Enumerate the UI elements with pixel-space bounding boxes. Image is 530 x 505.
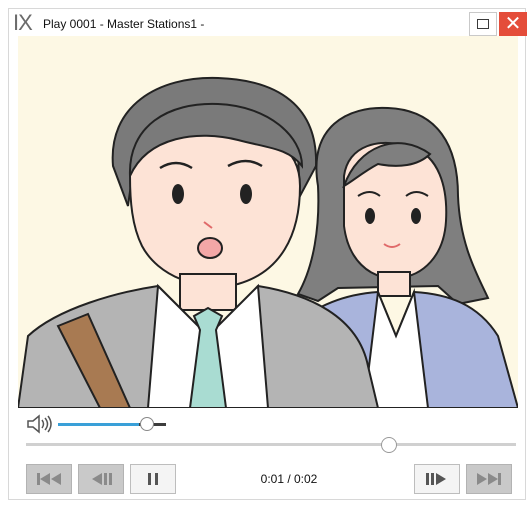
seek-control bbox=[26, 436, 516, 454]
close-icon: ✕ bbox=[504, 13, 522, 35]
step-back-button[interactable] bbox=[78, 464, 124, 494]
window-title: Play 0001 - Master Stations1 - bbox=[43, 17, 205, 31]
app-logo-icon: IX bbox=[13, 10, 33, 35]
skip-to-start-button[interactable] bbox=[26, 464, 72, 494]
volume-control bbox=[26, 414, 226, 434]
volume-slider[interactable] bbox=[58, 417, 166, 431]
skip-to-start-icon bbox=[37, 473, 61, 485]
skip-to-end-button[interactable] bbox=[466, 464, 512, 494]
video-frame bbox=[18, 36, 518, 408]
time-display: 0:01 / 0:02 bbox=[260, 472, 318, 486]
step-back-icon bbox=[92, 473, 112, 485]
seek-knob[interactable] bbox=[380, 437, 397, 453]
pause-icon bbox=[148, 473, 158, 485]
volume-fill bbox=[58, 423, 140, 426]
pause-button[interactable] bbox=[130, 464, 176, 494]
video-display bbox=[18, 36, 518, 408]
maximize-button[interactable] bbox=[469, 12, 497, 36]
step-forward-button[interactable] bbox=[414, 464, 460, 494]
skip-to-end-icon bbox=[477, 473, 501, 485]
title-bar: IX Play 0001 - Master Stations1 - ✕ bbox=[9, 9, 527, 39]
seek-bar[interactable] bbox=[26, 443, 516, 446]
speaker-icon[interactable] bbox=[26, 414, 54, 434]
volume-knob[interactable] bbox=[139, 417, 154, 431]
step-forward-icon bbox=[426, 473, 446, 485]
maximize-icon bbox=[477, 19, 489, 29]
close-button[interactable]: ✕ bbox=[499, 12, 527, 36]
